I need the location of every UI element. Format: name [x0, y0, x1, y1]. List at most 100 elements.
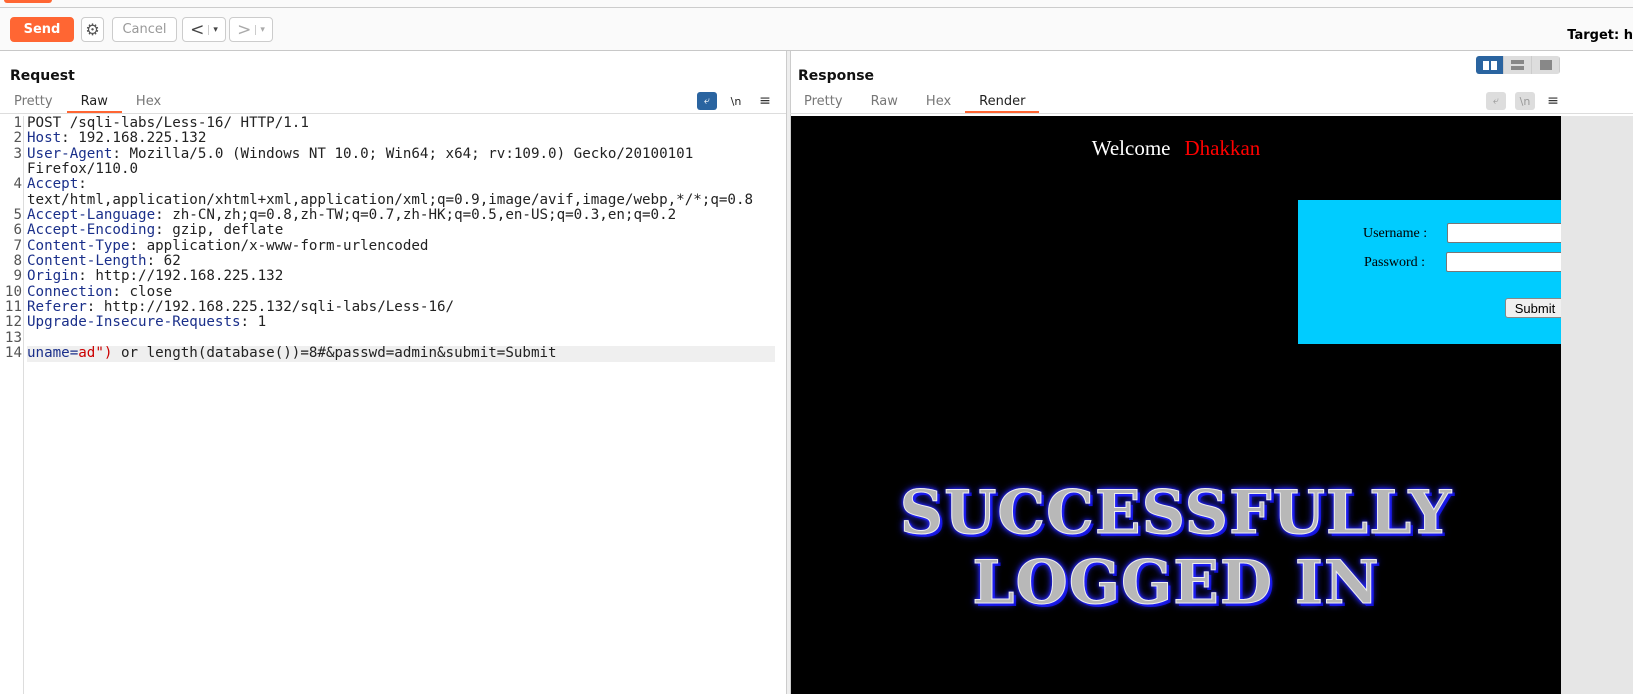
header-name: Accept-Encoding: [27, 222, 156, 239]
username-label: Username :: [1363, 226, 1428, 241]
header-value: : zh-CN,zh;q=0.8,zh-TW;q=0.7,zh-HK;q=0.5…: [155, 207, 677, 224]
header-value: text/html,application/xhtml+xml,applicat…: [27, 191, 754, 208]
header-value: : 192.168.225.132: [61, 130, 207, 147]
code-line: Origin: http://192.168.225.132: [27, 269, 775, 284]
submit-button[interactable]: Submit: [1505, 298, 1561, 318]
code-line: Accept-Encoding: gzip, deflate: [27, 223, 775, 238]
send-button[interactable]: Send: [10, 17, 74, 42]
body-rest: or length(database())=8#&passwd=admin&su…: [112, 345, 557, 362]
menu-icon[interactable]: ≡: [1543, 92, 1563, 110]
header-value: POST /sqli-labs/Less-16/ HTTP/1.1: [27, 115, 309, 131]
toolbar: Send ⚙ Cancel < ▾ > ▾ Target: h: [0, 8, 1633, 51]
tab-pretty[interactable]: Pretty: [790, 92, 857, 113]
success-banner-line1: SUCCESSFULLY: [899, 478, 1453, 549]
newline-icon[interactable]: \n: [726, 92, 746, 110]
header-name: Connection: [27, 283, 113, 300]
target-label[interactable]: Target: h: [1567, 28, 1633, 43]
code-line: text/html,application/xhtml+xml,applicat…: [27, 191, 775, 208]
password-label: Password :: [1364, 255, 1426, 270]
line-number: 12: [4, 314, 22, 331]
code-line: POST /sqli-labs/Less-16/ HTTP/1.1: [27, 115, 775, 131]
code-line: Content-Type: application/x-www-form-url…: [27, 237, 775, 254]
header-name: Host: [27, 130, 62, 147]
header-name: Origin: [27, 268, 79, 285]
header-value: : http://192.168.225.132: [78, 268, 284, 285]
line-number: 9: [13, 268, 22, 285]
code-line: User-Agent: Mozilla/5.0 (Windows NT 10.0…: [27, 145, 775, 162]
code-line: Upgrade-Insecure-Requests: 1: [27, 315, 775, 330]
line-number: 13: [4, 329, 22, 346]
password-input[interactable]: [1446, 252, 1561, 272]
menu-icon[interactable]: ≡: [755, 92, 775, 110]
response-tabs: Pretty Raw Hex Render: [790, 92, 1633, 114]
layout-side-by-side-icon[interactable]: [1476, 56, 1504, 74]
username-input[interactable]: [1447, 223, 1561, 243]
tab-raw[interactable]: Raw: [857, 92, 912, 113]
line-number: 14: [4, 345, 22, 362]
tab-render[interactable]: Render: [965, 92, 1040, 113]
line-number: 6: [13, 222, 22, 239]
request-tabs: Pretty Raw Hex: [0, 92, 786, 114]
header-name: User-Agent: [27, 145, 113, 162]
layout-toggle: [1476, 56, 1560, 74]
header-value: : gzip, deflate: [155, 222, 284, 239]
code-line: Accept:: [27, 177, 775, 192]
active-tab-indicator[interactable]: [4, 0, 52, 3]
gear-icon[interactable]: ⚙: [81, 17, 104, 42]
body-line: uname=ad") or length(database())=8#&pass…: [27, 345, 775, 362]
welcome-heading: Welcome Dhakkan: [791, 136, 1561, 161]
header-value: : Mozilla/5.0 (Windows NT 10.0; Win64; x…: [112, 145, 694, 162]
header-value: : 62: [146, 253, 181, 270]
line-number: 5: [13, 207, 22, 224]
chevron-down-icon[interactable]: ▾: [255, 24, 265, 35]
request-editor[interactable]: 123 4 5 6 7 8 9 10 11 12 13 14 POST /sqli-labs/Le…: [0, 115, 786, 694]
user-name: Dhakkan: [1184, 136, 1261, 160]
line-number: 11: [4, 299, 22, 316]
header-value: Firefox/110.0: [27, 161, 139, 178]
code-line: Host: 192.168.225.132: [27, 131, 775, 146]
chevron-down-icon[interactable]: ▾: [208, 24, 218, 35]
wrap-lines-icon[interactable]: ⤶: [697, 92, 717, 110]
request-title: Request: [10, 68, 75, 84]
header-name: Accept-Language: [27, 207, 156, 224]
layout-stacked-icon[interactable]: [1504, 56, 1532, 74]
code-line: Connection: close: [27, 283, 775, 300]
body-param-name: uname=: [27, 345, 79, 362]
render-view: Welcome Dhakkan Username : Password : Sub…: [791, 116, 1561, 694]
tab-hex[interactable]: Hex: [912, 92, 965, 113]
line-number: [0, 193, 23, 208]
line-number: 2: [13, 130, 22, 147]
tab-raw[interactable]: Raw: [66, 92, 122, 113]
header-name: Content-Length: [27, 253, 147, 270]
header-name: Upgrade-Insecure-Requests: [27, 314, 241, 331]
layout-tabs-icon[interactable]: [1532, 56, 1560, 74]
forward-icon: >: [237, 19, 252, 40]
header-value: : application/x-www-form-urlencoded: [129, 237, 429, 254]
line-number: 3: [13, 145, 22, 162]
back-button[interactable]: < ▾: [182, 17, 226, 42]
cancel-button[interactable]: Cancel: [112, 17, 177, 42]
wrap-lines-icon[interactable]: ⤶: [1486, 92, 1506, 110]
line-number: [0, 162, 23, 177]
back-icon: <: [190, 19, 205, 40]
line-number: 10: [4, 283, 22, 300]
tab-pretty[interactable]: Pretty: [0, 92, 67, 113]
welcome-text: Welcome: [1091, 136, 1171, 160]
response-title: Response: [798, 68, 875, 84]
forward-button[interactable]: > ▾: [229, 17, 273, 42]
newline-icon[interactable]: \n: [1515, 92, 1535, 110]
header-name: Referer: [27, 299, 87, 316]
success-banner-line2: LOGGED IN: [972, 548, 1380, 619]
code-line: Content-Length: 62: [27, 253, 775, 270]
line-number: 8: [13, 253, 22, 270]
request-code[interactable]: POST /sqli-labs/Less-16/ HTTP/1.1 Host: 1…: [27, 115, 775, 362]
code-line: Referer: http://192.168.225.132/sqli-lab…: [27, 299, 775, 316]
render-scrollbar[interactable]: [1561, 116, 1633, 694]
tab-hex[interactable]: Hex: [122, 92, 175, 113]
header-value: : close: [112, 283, 173, 300]
code-line: Accept-Language: zh-CN,zh;q=0.8,zh-TW;q=…: [27, 207, 775, 224]
header-value: : 1: [240, 314, 267, 331]
header-name: Accept: [27, 176, 79, 193]
header-value: : http://192.168.225.132/sqli-labs/Less-…: [86, 299, 455, 316]
